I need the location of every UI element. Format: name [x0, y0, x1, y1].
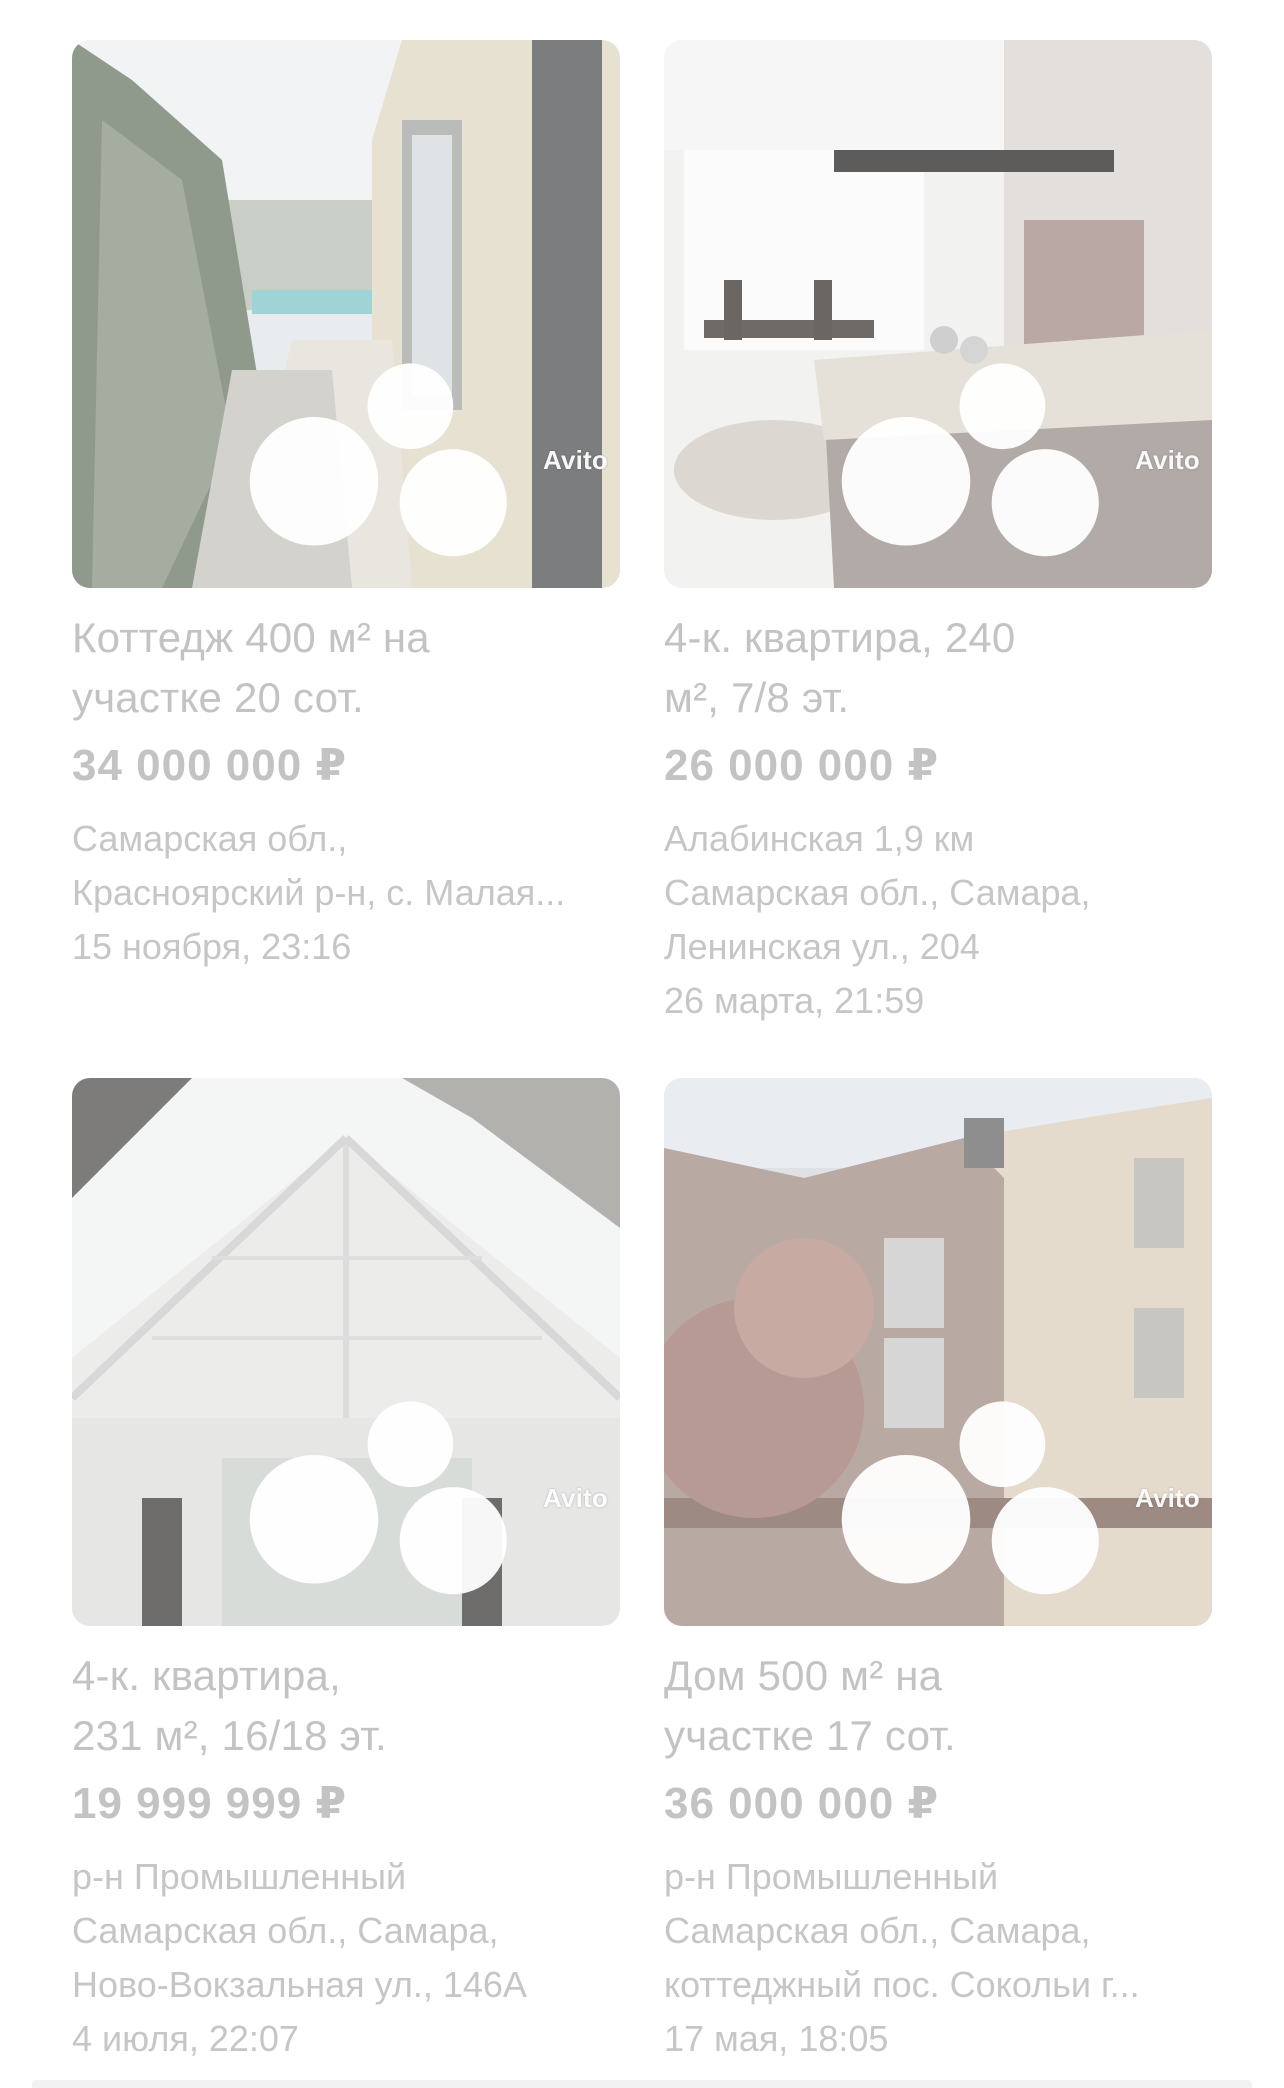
- listing-photo[interactable]: Avito: [664, 1078, 1212, 1626]
- listing-meta: р-н Промышленный Самарская обл., Самара,…: [664, 1850, 1212, 2066]
- listing-meta: р-н Промышленный Самарская обл., Самара,…: [72, 1850, 620, 2066]
- listing-location-line: Ново-Вокзальная ул., 146А: [72, 1964, 527, 2005]
- listing-title[interactable]: 4-к. квартира, 240 м², 7/8 эт.: [664, 608, 1212, 728]
- listing-title-line: Дом 500 м² на: [664, 1652, 943, 1699]
- listing-title-line: м², 7/8 эт.: [664, 674, 850, 721]
- listing-location-line: Красноярский р-н, с. Малая...: [72, 872, 566, 913]
- listing-title-line: 4-к. квартира, 240: [664, 614, 1016, 661]
- listing-meta: Алабинская 1,9 км Самарская обл., Самара…: [664, 812, 1212, 1028]
- avito-watermark-text: Avito: [1134, 1482, 1200, 1513]
- listing-title-line: участке 20 сот.: [72, 674, 364, 721]
- listing-title-line: 231 м², 16/18 эт.: [72, 1712, 387, 1759]
- listing-price: 19 999 999 ₽: [72, 1779, 348, 1828]
- avito-watermark: Avito: [239, 1380, 608, 1616]
- listing-price: 26 000 000 ₽: [664, 741, 940, 790]
- listing-meta: Самарская обл., Красноярский р-н, с. Мал…: [72, 812, 620, 974]
- avito-watermark: Avito: [831, 1380, 1200, 1616]
- bottom-sheet-edge: [32, 2080, 1252, 2088]
- avito-logo-icon: [841, 1401, 1099, 1595]
- avito-watermark-text: Avito: [542, 444, 608, 475]
- avito-logo-icon: [249, 1401, 507, 1595]
- listing-date: 4 июля, 22:07: [72, 2018, 299, 2059]
- listing-location-line: Самарская обл., Самара,: [664, 1910, 1091, 1951]
- listing-date: 15 ноября, 23:16: [72, 926, 352, 967]
- listing-title-line: участке 17 сот.: [664, 1712, 956, 1759]
- listing-photo[interactable]: Avito: [72, 1078, 620, 1626]
- listing-photo[interactable]: Avito: [72, 40, 620, 588]
- listing-location-line: коттеджный пос. Сокольи г...: [664, 1964, 1140, 2005]
- listing-price: 34 000 000 ₽: [72, 741, 348, 790]
- avito-watermark: Avito: [239, 342, 608, 578]
- listing-card[interactable]: Avito 4-к. квартира, 240 м², 7/8 эт. 26 …: [664, 40, 1212, 1028]
- avito-watermark-text: Avito: [1134, 444, 1200, 475]
- listing-location-line: Алабинская 1,9 км: [664, 818, 975, 859]
- listing-title[interactable]: Коттедж 400 м² на участке 20 сот.: [72, 608, 620, 728]
- listing-title-line: Коттедж 400 м² на: [72, 614, 430, 661]
- listing-title[interactable]: Дом 500 м² на участке 17 сот.: [664, 1646, 1212, 1766]
- listing-card[interactable]: Avito Дом 500 м² на участке 17 сот. 36 0…: [664, 1078, 1212, 2066]
- listing-card[interactable]: Avito 4-к. квартира, 231 м², 16/18 эт. 1…: [72, 1078, 620, 2066]
- listing-location-line: р-н Промышленный: [72, 1856, 407, 1897]
- listing-location-line: Ленинская ул., 204: [664, 926, 980, 967]
- avito-logo-icon: [249, 363, 507, 557]
- avito-watermark-text: Avito: [542, 1482, 608, 1513]
- listing-location-line: Самарская обл., Самара,: [72, 1910, 499, 1951]
- listing-title-line: 4-к. квартира,: [72, 1652, 341, 1699]
- listing-location-line: Самарская обл.,: [72, 818, 348, 859]
- listing-card[interactable]: Avito Коттедж 400 м² на участке 20 сот. …: [72, 40, 620, 974]
- listing-location-line: р-н Промышленный: [664, 1856, 999, 1897]
- listing-date: 26 марта, 21:59: [664, 980, 925, 1021]
- listing-price: 36 000 000 ₽: [664, 1779, 940, 1828]
- listing-location-line: Самарская обл., Самара,: [664, 872, 1091, 913]
- avito-logo-icon: [841, 363, 1099, 557]
- listing-title[interactable]: 4-к. квартира, 231 м², 16/18 эт.: [72, 1646, 620, 1766]
- listing-date: 17 мая, 18:05: [664, 2018, 889, 2059]
- avito-watermark: Avito: [831, 342, 1200, 578]
- listing-photo[interactable]: Avito: [664, 40, 1212, 588]
